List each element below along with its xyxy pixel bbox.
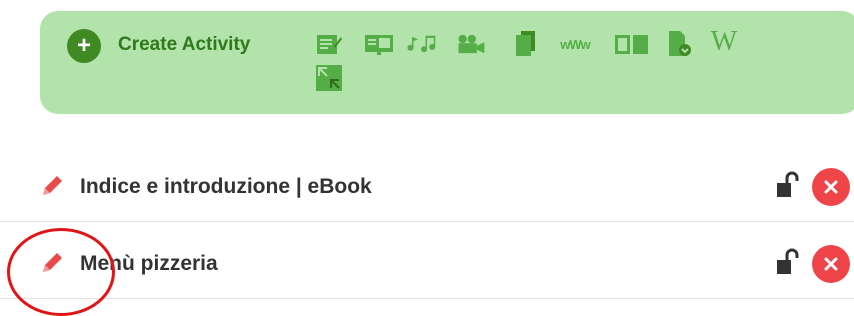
documents-icon[interactable] (510, 29, 540, 59)
add-activity-button[interactable]: + (67, 29, 101, 63)
create-activity-panel: + Create Activity wWw W (40, 11, 854, 114)
web-link-text: wWw (560, 36, 590, 52)
web-link-icon[interactable]: wWw (552, 29, 598, 59)
close-icon (824, 180, 838, 194)
row-divider (0, 298, 854, 299)
pencil-icon[interactable] (38, 172, 66, 200)
create-activity-label[interactable]: Create Activity (118, 34, 250, 56)
unlocked-lock-icon[interactable] (775, 170, 805, 200)
text-page-icon[interactable] (314, 29, 344, 59)
delete-button[interactable] (812, 168, 850, 206)
activity-row[interactable]: Indice e introduzione | eBook (0, 148, 854, 225)
presentation-icon[interactable] (364, 29, 394, 59)
embed-icon[interactable] (314, 63, 344, 93)
activity-title[interactable]: Indice e introduzione | eBook (80, 175, 372, 199)
close-icon (824, 257, 838, 271)
file-download-icon[interactable] (664, 29, 694, 59)
music-notes-icon[interactable] (406, 29, 436, 59)
delete-button[interactable] (812, 245, 850, 283)
pencil-icon[interactable] (38, 249, 66, 277)
unlocked-lock-icon[interactable] (775, 247, 805, 277)
ebook-icon[interactable] (612, 29, 652, 59)
activity-title[interactable]: Menù pizzeria (80, 252, 218, 276)
row-divider (0, 221, 854, 222)
video-camera-icon[interactable] (456, 29, 486, 59)
wikipedia-text: W (710, 26, 738, 57)
activity-row[interactable]: Menù pizzeria (0, 225, 854, 302)
wikipedia-icon[interactable]: W (706, 26, 742, 57)
